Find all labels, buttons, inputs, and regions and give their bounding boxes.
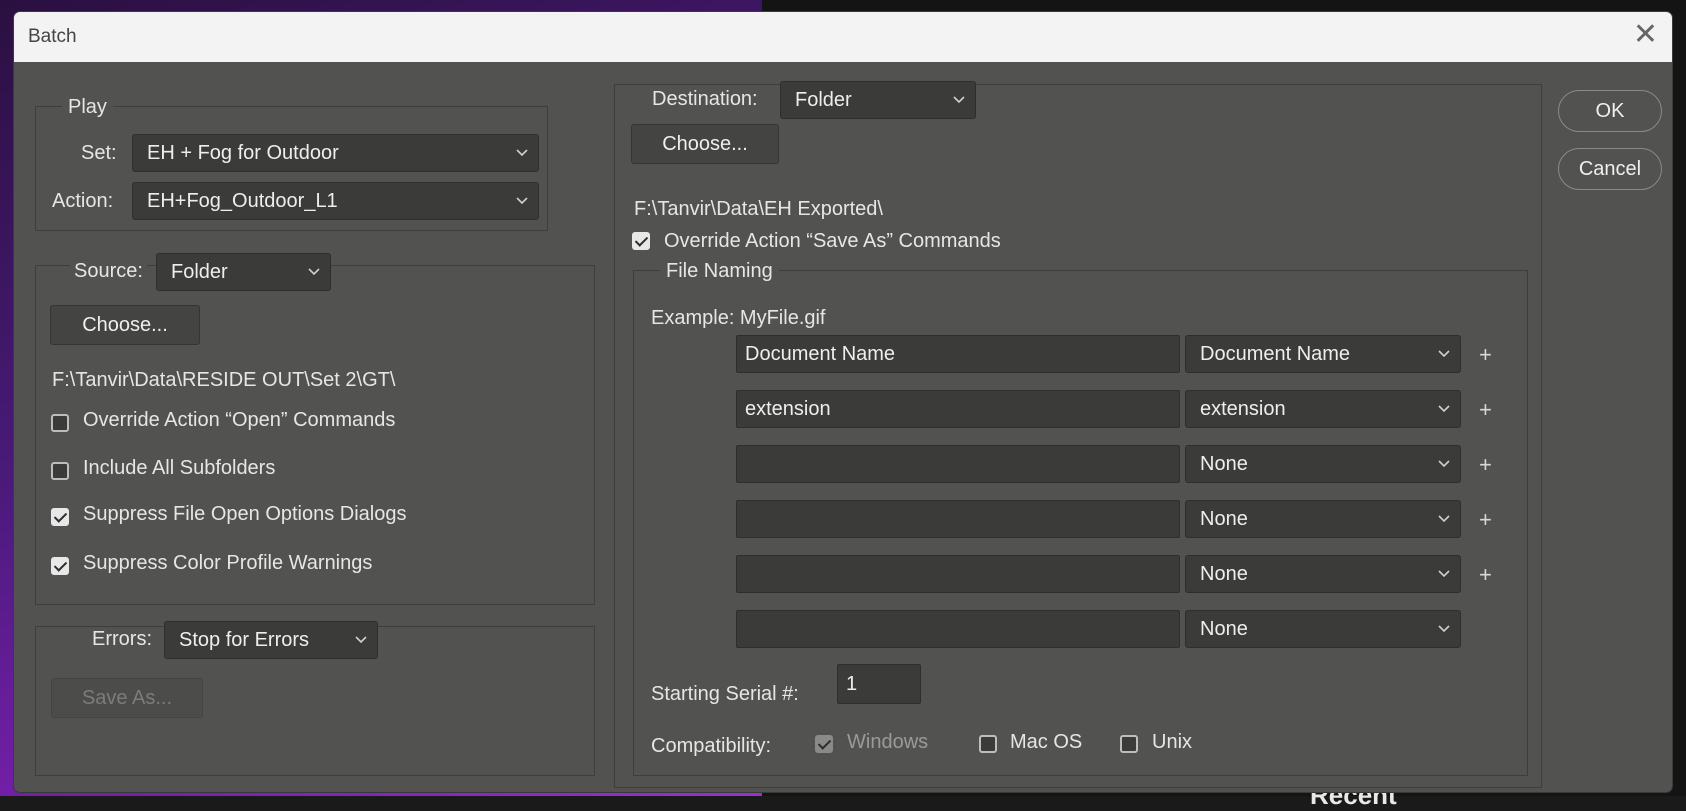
example-text: Example: MyFile.gif bbox=[651, 307, 826, 329]
save-as-button[interactable]: Save As... bbox=[51, 678, 203, 718]
destination-choose-button[interactable]: Choose... bbox=[631, 124, 779, 164]
naming-select-1[interactable]: Document Name bbox=[1185, 335, 1461, 373]
naming-text-3[interactable] bbox=[736, 445, 1180, 483]
compat-unix-label: Unix bbox=[1152, 731, 1193, 753]
suppress-color-warnings-checkbox[interactable] bbox=[51, 557, 69, 575]
naming-text-4[interactable] bbox=[736, 500, 1180, 538]
file-naming-legend: File Naming bbox=[660, 260, 779, 283]
errors-value: Stop for Errors bbox=[179, 629, 310, 651]
chevron-down-icon bbox=[1436, 611, 1452, 647]
compat-macos-checkbox[interactable] bbox=[979, 735, 997, 753]
naming-select-6[interactable]: None bbox=[1185, 610, 1461, 648]
serial-input[interactable]: 1 bbox=[837, 664, 921, 704]
set-label: Set: bbox=[81, 142, 117, 164]
chevron-down-icon bbox=[1436, 446, 1452, 482]
action-select[interactable]: EH+Fog_Outdoor_L1 bbox=[132, 182, 539, 220]
plus-icon[interactable]: + bbox=[1479, 452, 1492, 478]
action-label: Action: bbox=[52, 190, 114, 212]
chevron-down-icon bbox=[1436, 336, 1452, 372]
window-title: Batch bbox=[28, 26, 77, 47]
plus-icon[interactable]: + bbox=[1479, 507, 1492, 533]
naming-text-6[interactable] bbox=[736, 610, 1180, 648]
destination-label: Destination: bbox=[648, 88, 762, 111]
override-open-checkbox[interactable] bbox=[51, 414, 69, 432]
source-value: Folder bbox=[171, 261, 228, 283]
source-choose-button[interactable]: Choose... bbox=[50, 305, 200, 345]
include-subfolders-label: Include All Subfolders bbox=[83, 457, 276, 479]
chevron-down-icon bbox=[1436, 391, 1452, 427]
naming-text-2[interactable]: extension bbox=[736, 390, 1180, 428]
compat-windows-label: Windows bbox=[847, 731, 929, 753]
plus-icon[interactable]: + bbox=[1479, 562, 1492, 588]
chevron-down-icon bbox=[1436, 501, 1452, 537]
override-open-label: Override Action “Open” Commands bbox=[83, 409, 396, 431]
override-save-as-label: Override Action “Save As” Commands bbox=[664, 230, 1001, 252]
serial-label: Starting Serial #: bbox=[651, 683, 799, 705]
compatibility-label: Compatibility: bbox=[651, 735, 772, 757]
override-save-as-checkbox[interactable] bbox=[632, 232, 650, 250]
source-path: F:\Tanvir\Data\RESIDE OUT\Set 2\GT\ bbox=[52, 369, 396, 391]
set-select[interactable]: EH + Fog for Outdoor bbox=[132, 134, 539, 172]
include-subfolders-checkbox[interactable] bbox=[51, 462, 69, 480]
cancel-button[interactable]: Cancel bbox=[1558, 148, 1662, 190]
suppress-color-warnings-label: Suppress Color Profile Warnings bbox=[83, 552, 373, 574]
chevron-down-icon bbox=[514, 183, 530, 219]
title-bar: Batch ✕ bbox=[14, 12, 1672, 62]
naming-select-5[interactable]: None bbox=[1185, 555, 1461, 593]
suppress-open-dialogs-checkbox[interactable] bbox=[51, 508, 69, 526]
destination-value: Folder bbox=[795, 89, 852, 111]
play-legend: Play bbox=[62, 96, 113, 119]
close-icon[interactable]: ✕ bbox=[1633, 20, 1658, 50]
compat-macos-label: Mac OS bbox=[1010, 731, 1083, 753]
suppress-open-dialogs-label: Suppress File Open Options Dialogs bbox=[83, 503, 407, 525]
source-label: Source: bbox=[70, 260, 147, 283]
chevron-down-icon bbox=[951, 82, 967, 118]
chevron-down-icon bbox=[1436, 556, 1452, 592]
chevron-down-icon bbox=[306, 254, 322, 290]
source-select[interactable]: Folder bbox=[156, 253, 331, 291]
naming-text-1[interactable]: Document Name bbox=[736, 335, 1180, 373]
chevron-down-icon bbox=[353, 622, 369, 658]
action-value: EH+Fog_Outdoor_L1 bbox=[147, 190, 338, 212]
set-value: EH + Fog for Outdoor bbox=[147, 142, 339, 164]
naming-select-3[interactable]: None bbox=[1185, 445, 1461, 483]
plus-icon[interactable]: + bbox=[1479, 397, 1492, 423]
chevron-down-icon bbox=[514, 135, 530, 171]
ok-button[interactable]: OK bbox=[1558, 90, 1662, 132]
compat-unix-checkbox[interactable] bbox=[1120, 735, 1138, 753]
naming-select-4[interactable]: None bbox=[1185, 500, 1461, 538]
destination-select[interactable]: Folder bbox=[780, 81, 976, 119]
errors-label: Errors: bbox=[88, 628, 156, 651]
compat-windows-checkbox[interactable] bbox=[815, 735, 833, 753]
naming-text-5[interactable] bbox=[736, 555, 1180, 593]
plus-icon[interactable]: + bbox=[1479, 342, 1492, 368]
errors-select[interactable]: Stop for Errors bbox=[164, 621, 378, 659]
destination-path: F:\Tanvir\Data\EH Exported\ bbox=[634, 198, 883, 220]
naming-select-2[interactable]: extension bbox=[1185, 390, 1461, 428]
batch-dialog: Batch ✕ Play Set: EH + Fog for Outdoor A… bbox=[14, 12, 1672, 792]
